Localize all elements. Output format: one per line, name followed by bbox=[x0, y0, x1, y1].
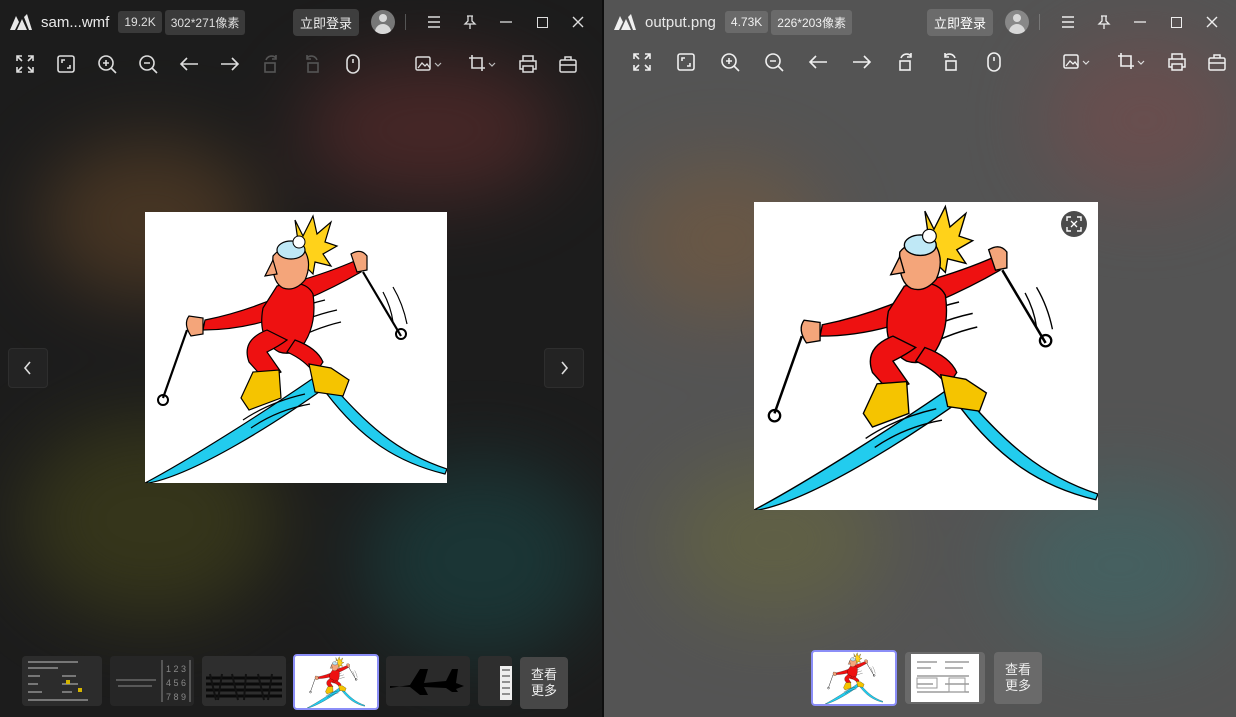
print-icon[interactable] bbox=[516, 52, 540, 76]
image-dimensions-badge: 226*203像素 bbox=[771, 9, 852, 35]
crop-dropdown-icon[interactable] bbox=[467, 52, 497, 76]
viewer-window-right: output.png 4.73K 226*203像素 立即登录 查看 更多 bbox=[604, 0, 1236, 717]
thumbnail-partial[interactable] bbox=[478, 656, 512, 706]
mouse-mode-icon[interactable] bbox=[341, 52, 365, 76]
zoom-out-icon[interactable] bbox=[762, 50, 786, 74]
thumbnail-airplane[interactable] bbox=[386, 656, 470, 706]
minimize-icon[interactable] bbox=[488, 7, 524, 37]
thumb-matrix-row-2: 4 5 6 bbox=[166, 678, 186, 688]
title-bar: output.png 4.73K 226*203像素 立即登录 bbox=[604, 0, 1236, 44]
menu-icon[interactable] bbox=[1050, 7, 1086, 37]
minimize-icon[interactable] bbox=[1122, 7, 1158, 37]
view-more-button[interactable]: 查看 更多 bbox=[994, 652, 1042, 704]
avatar[interactable] bbox=[371, 10, 395, 34]
viewer-window-left: sam...wmf 19.2K 302*271像素 立即登录 1 2 3 4 5… bbox=[0, 0, 602, 717]
app-logo-icon bbox=[612, 12, 638, 32]
image-edit-dropdown-icon[interactable] bbox=[414, 52, 444, 76]
thumbnail-matrix[interactable]: 1 2 3 4 5 6 7 8 9 bbox=[110, 656, 194, 706]
prev-image-button[interactable] bbox=[8, 348, 48, 388]
avatar[interactable] bbox=[1005, 10, 1029, 34]
zoom-in-icon[interactable] bbox=[718, 50, 742, 74]
login-button[interactable]: 立即登录 bbox=[292, 8, 359, 36]
toolbox-icon[interactable] bbox=[1205, 50, 1229, 74]
file-name: sam...wmf bbox=[41, 13, 110, 31]
menu-icon[interactable] bbox=[416, 7, 452, 37]
image-canvas[interactable] bbox=[754, 202, 1098, 510]
previous-arrow-icon[interactable] bbox=[177, 52, 201, 76]
close-icon[interactable] bbox=[1194, 7, 1230, 37]
skier-image bbox=[145, 212, 447, 483]
title-bar: sam...wmf 19.2K 302*271像素 立即登录 bbox=[0, 0, 602, 44]
divider bbox=[1039, 14, 1040, 30]
previous-arrow-icon[interactable] bbox=[806, 50, 830, 74]
view-more-button[interactable]: 查看 更多 bbox=[520, 657, 568, 709]
divider bbox=[405, 14, 406, 30]
pin-icon[interactable] bbox=[452, 7, 488, 37]
skier-image bbox=[754, 202, 1098, 510]
print-icon[interactable] bbox=[1165, 50, 1189, 74]
pin-icon[interactable] bbox=[1086, 7, 1122, 37]
rotate-left-icon[interactable] bbox=[894, 50, 918, 74]
crop-dropdown-icon[interactable] bbox=[1116, 50, 1146, 74]
thumbnail-text-art[interactable] bbox=[202, 656, 286, 706]
thumbnail-document[interactable] bbox=[905, 652, 985, 704]
thumbnail-skier-selected[interactable] bbox=[811, 650, 897, 706]
thumbnail-document[interactable] bbox=[22, 656, 102, 706]
image-canvas[interactable] bbox=[145, 212, 447, 483]
file-size-badge: 19.2K bbox=[118, 11, 162, 33]
thumb-matrix-row-1: 1 2 3 bbox=[166, 664, 186, 674]
maximize-icon[interactable] bbox=[524, 7, 560, 37]
rotate-left-icon bbox=[259, 52, 283, 76]
thumbnail-skier-selected[interactable] bbox=[293, 654, 379, 710]
next-arrow-icon[interactable] bbox=[850, 50, 874, 74]
image-edit-dropdown-icon[interactable] bbox=[1062, 50, 1092, 74]
fit-screen-icon[interactable] bbox=[630, 50, 654, 74]
toolbox-icon[interactable] bbox=[556, 52, 580, 76]
fullscreen-icon[interactable] bbox=[674, 50, 698, 74]
rotate-right-icon[interactable] bbox=[938, 50, 962, 74]
mouse-mode-icon[interactable] bbox=[982, 50, 1006, 74]
close-icon[interactable] bbox=[560, 7, 596, 37]
toolbar bbox=[0, 44, 602, 84]
image-dimensions-badge: 302*271像素 bbox=[164, 9, 246, 35]
app-logo-icon bbox=[8, 12, 34, 32]
login-button[interactable]: 立即登录 bbox=[926, 8, 993, 36]
rotate-right-icon bbox=[300, 52, 324, 76]
file-name: output.png bbox=[645, 13, 716, 31]
fit-screen-icon[interactable] bbox=[13, 52, 37, 76]
fullscreen-icon[interactable] bbox=[54, 52, 78, 76]
file-size-badge: 4.73K bbox=[724, 11, 769, 33]
thumb-matrix-row-3: 7 8 9 bbox=[166, 692, 186, 702]
zoom-in-icon[interactable] bbox=[95, 52, 119, 76]
next-arrow-icon[interactable] bbox=[218, 52, 242, 76]
toolbar bbox=[604, 42, 1236, 82]
next-image-button[interactable] bbox=[544, 348, 584, 388]
text-recognition-icon[interactable] bbox=[1061, 211, 1087, 237]
maximize-icon[interactable] bbox=[1158, 7, 1194, 37]
zoom-out-icon[interactable] bbox=[136, 52, 160, 76]
